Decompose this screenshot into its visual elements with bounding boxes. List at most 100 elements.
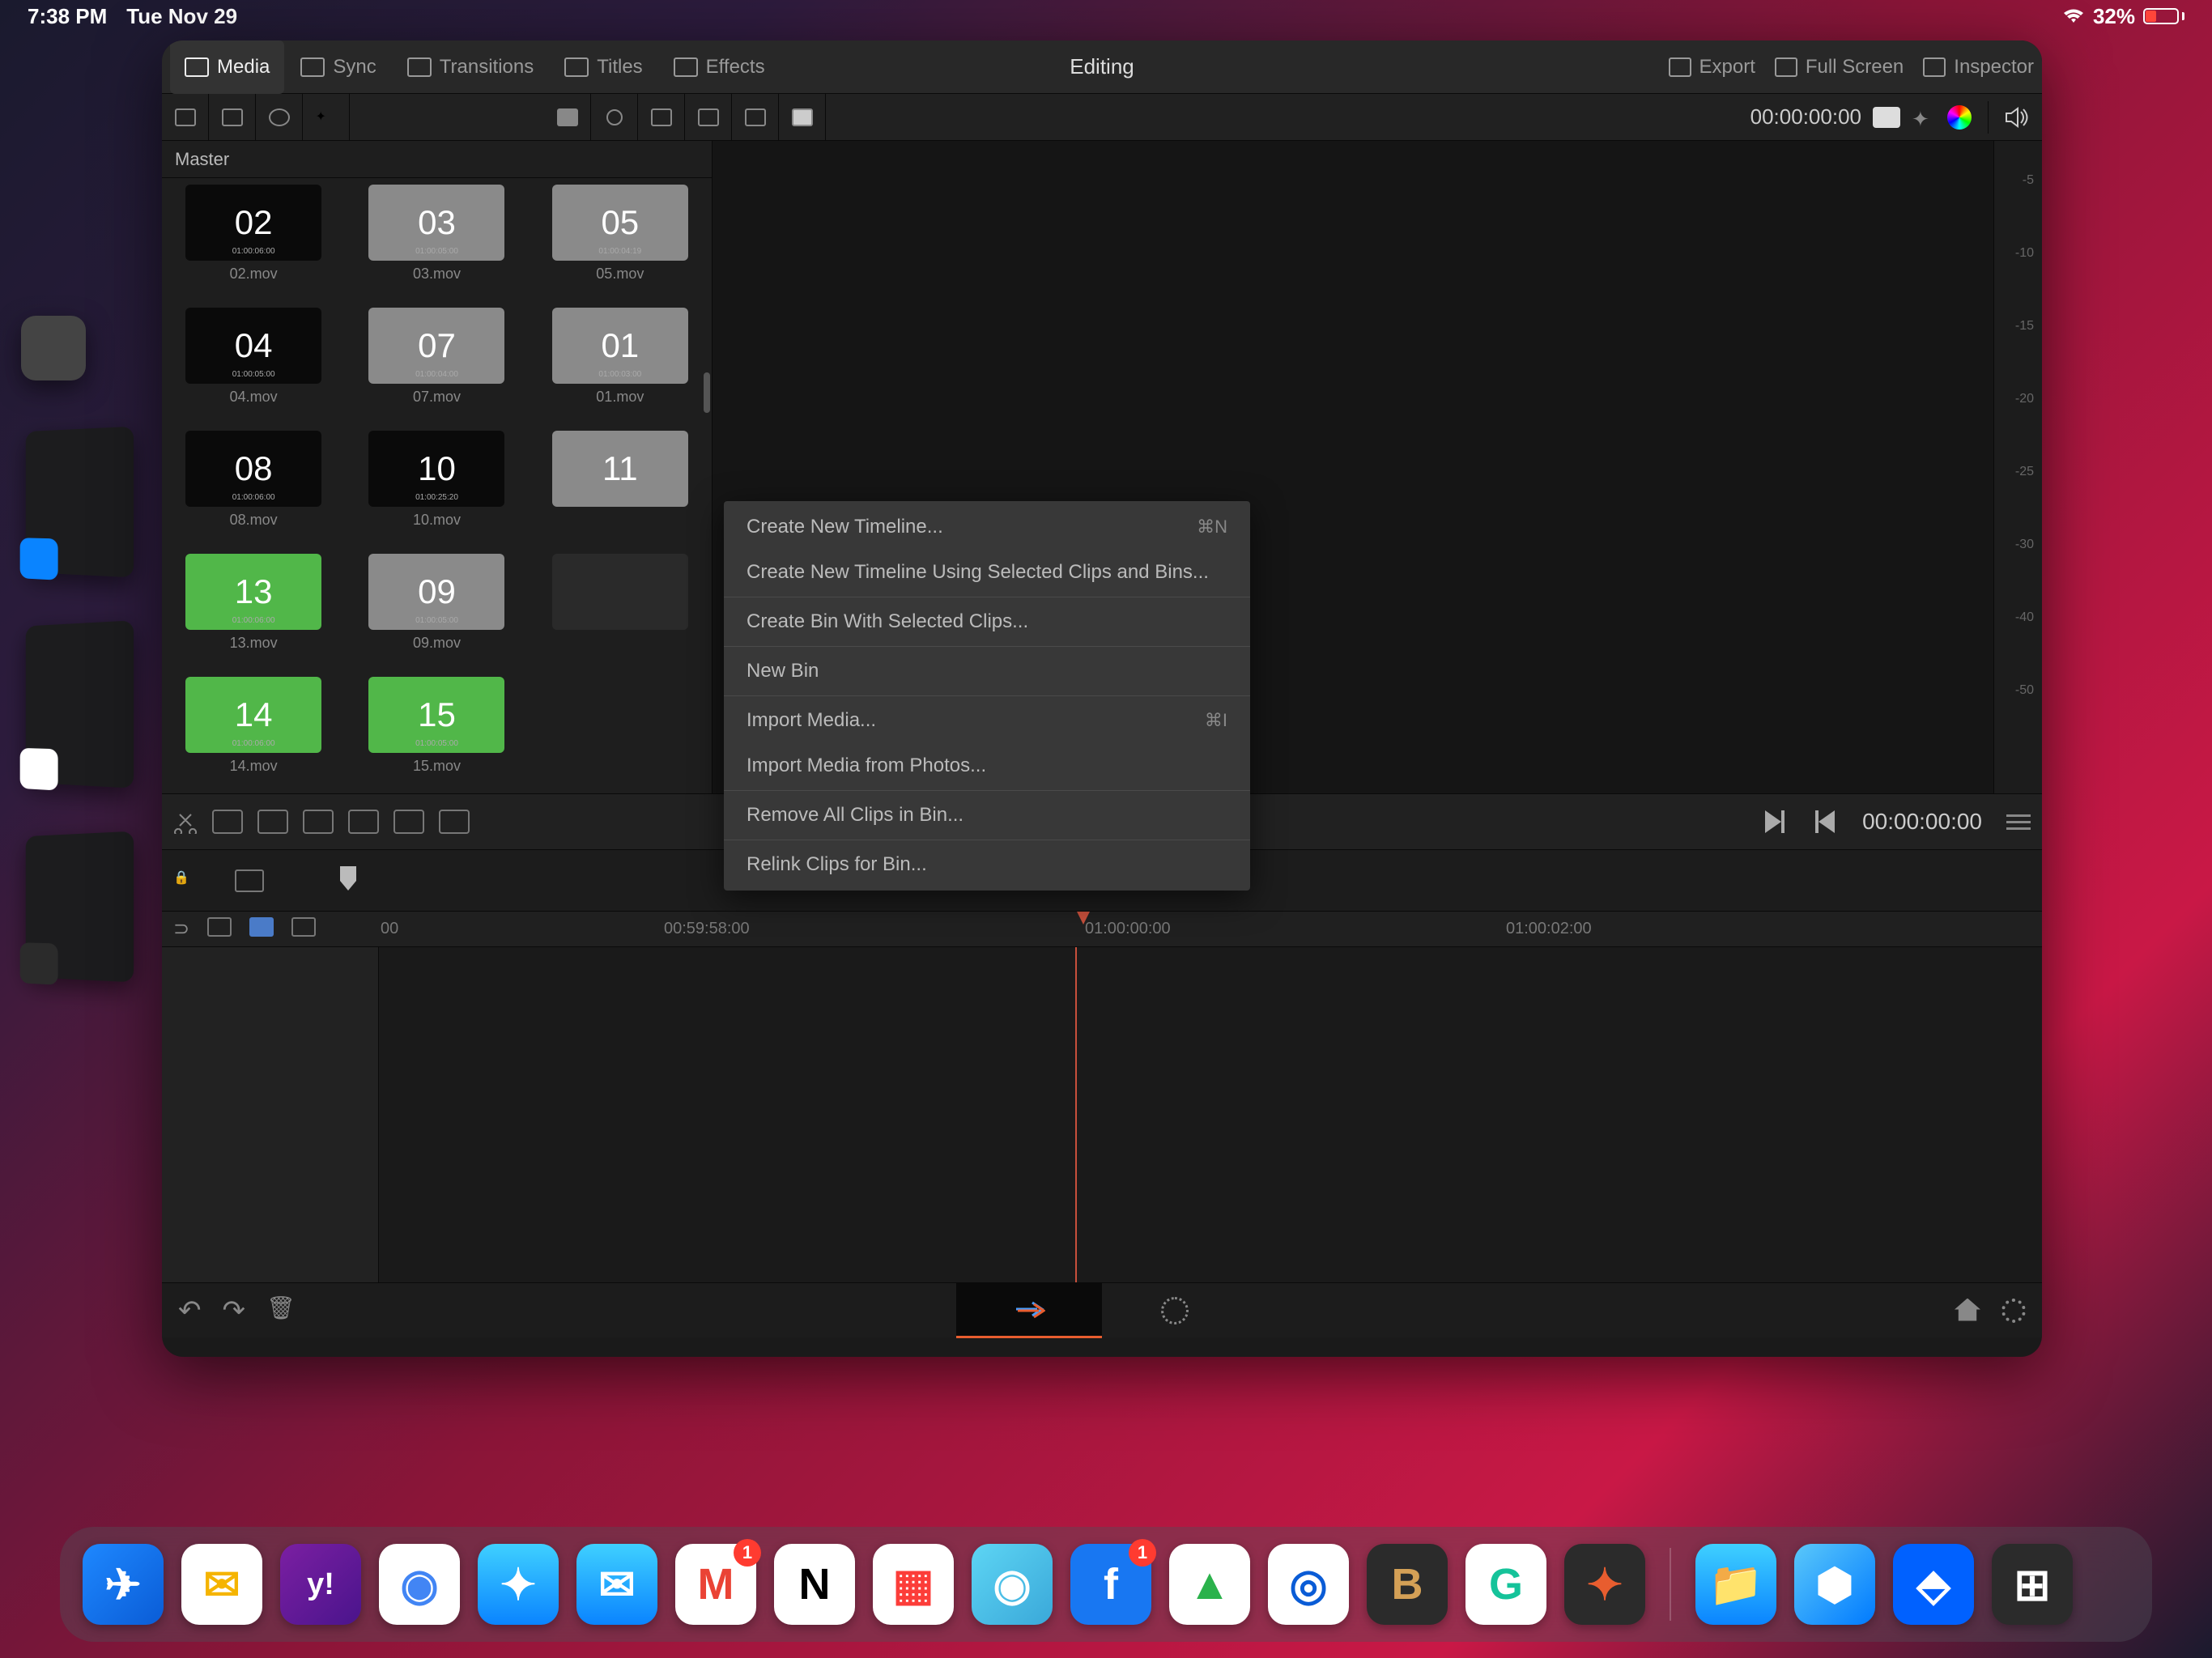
tab-effects[interactable]: Effects xyxy=(659,40,780,94)
subbar-import-icon[interactable] xyxy=(209,94,256,141)
dock-app-calendar[interactable]: ▦ xyxy=(873,1544,954,1625)
clip-05[interactable]: 0501:00:04:1905.mov xyxy=(538,185,702,295)
tab-titles[interactable]: Titles xyxy=(550,40,657,94)
ctx-import-media[interactable]: Import Media...⌘I xyxy=(724,698,1250,743)
toolbar-export[interactable]: Export xyxy=(1669,56,1755,79)
cut-page-tab[interactable] xyxy=(956,1283,1102,1338)
view3-icon[interactable] xyxy=(779,94,826,141)
marker-icon[interactable] xyxy=(291,917,316,937)
side-app-3[interactable] xyxy=(26,831,134,983)
prev-edit-button[interactable] xyxy=(1762,809,1788,835)
toolbar-inspector[interactable]: Inspector xyxy=(1923,56,2034,79)
dock-app-spark[interactable]: ✈ xyxy=(83,1544,164,1625)
clip-10[interactable]: 1001:00:25:2010.mov xyxy=(355,431,518,541)
overwrite-icon[interactable] xyxy=(257,810,288,834)
clip-15[interactable]: 1501:00:05:0015.mov xyxy=(355,677,518,787)
clip-07[interactable]: 0701:00:04:0007.mov xyxy=(355,308,518,418)
dock-app-shortcuts[interactable]: ⬢ xyxy=(1794,1544,1875,1625)
toolbar-full-screen[interactable]: Full Screen xyxy=(1775,56,1904,79)
timeline-tracks[interactable] xyxy=(162,947,2042,1282)
side-app-2[interactable] xyxy=(26,620,134,788)
home-button[interactable] xyxy=(1955,1299,1980,1321)
subbar-fx-icon[interactable]: ✦ xyxy=(303,94,350,141)
clip-11[interactable]: 11 xyxy=(538,431,702,541)
clips-grid[interactable]: 0201:00:06:0002.mov0301:00:05:0003.mov05… xyxy=(162,178,712,793)
dock-app-grammarly[interactable]: G xyxy=(1465,1544,1546,1625)
playhead[interactable] xyxy=(1075,947,1077,1282)
clip-09[interactable]: 0901:00:05:0009.mov xyxy=(355,554,518,664)
wand-icon[interactable]: ✦ xyxy=(1912,107,1936,128)
tab-transitions[interactable]: Transitions xyxy=(393,40,548,94)
track-headers[interactable] xyxy=(162,947,379,1282)
dock-app-notion[interactable]: N xyxy=(774,1544,855,1625)
thumbnail-view-icon[interactable] xyxy=(544,94,591,141)
clip-08[interactable]: 0801:00:06:0008.mov xyxy=(172,431,335,541)
edit-page-tab[interactable] xyxy=(1102,1283,1248,1338)
side-app-settings[interactable] xyxy=(21,316,86,380)
tab-media[interactable]: Media xyxy=(170,40,284,94)
media-scrollbar[interactable] xyxy=(704,227,710,551)
timeline-ruler[interactable]: ⊃ 0000:59:58:0001:00:00:0001:00:02:00 xyxy=(162,912,2042,947)
dock-app-1password[interactable]: ◎ xyxy=(1268,1544,1349,1625)
zoom-icon[interactable] xyxy=(235,869,264,892)
dock-app-tweetbot[interactable]: ◉ xyxy=(972,1544,1053,1625)
fit-icon[interactable] xyxy=(348,810,379,834)
clip-04[interactable]: 0401:00:05:0004.mov xyxy=(172,308,335,418)
dock-app-mail[interactable]: ✉ xyxy=(181,1544,262,1625)
redo-button[interactable]: ↷ xyxy=(223,1295,246,1327)
scissors-icon[interactable] xyxy=(173,810,198,834)
dock-app-files[interactable]: 📁 xyxy=(1695,1544,1776,1625)
dock-app-dropbox[interactable]: ⬘ xyxy=(1893,1544,1974,1625)
clip-empty[interactable] xyxy=(538,554,702,664)
subbar-sidebar-icon[interactable] xyxy=(162,94,209,141)
tab-sync[interactable]: Sync xyxy=(286,40,390,94)
ctx-create-bin-with-selected-clips[interactable]: Create Bin With Selected Clips... xyxy=(724,599,1250,644)
magnet-icon[interactable]: ⊃ xyxy=(173,917,189,941)
colorwheel-icon[interactable] xyxy=(1947,105,1972,130)
ctx-import-media-from-photos[interactable]: Import Media from Photos... xyxy=(724,743,1250,789)
ctx-remove-all-clips-in-bin[interactable]: Remove All Clips in Bin... xyxy=(724,793,1250,838)
view1-icon[interactable] xyxy=(685,94,732,141)
append-icon[interactable] xyxy=(393,810,424,834)
insert-icon[interactable] xyxy=(212,810,243,834)
zoom-handle[interactable] xyxy=(340,866,356,891)
settings-button[interactable] xyxy=(2001,1299,2026,1323)
clip-14[interactable]: 1401:00:06:0014.mov xyxy=(172,677,335,787)
menu-icon[interactable] xyxy=(2006,814,2031,830)
dock-app-yahoo[interactable]: y! xyxy=(280,1544,361,1625)
clip-13[interactable]: 1301:00:06:0013.mov xyxy=(172,554,335,664)
ripple-icon[interactable] xyxy=(439,810,470,834)
ctx-new-bin[interactable]: New Bin xyxy=(724,648,1250,694)
dock-app-safari[interactable]: ✦ xyxy=(478,1544,559,1625)
speaker-icon[interactable] xyxy=(2005,107,2029,128)
dock-app-bear[interactable]: B xyxy=(1367,1544,1448,1625)
undo-button[interactable]: ↶ xyxy=(178,1295,202,1327)
next-edit-button[interactable] xyxy=(1812,809,1838,835)
sort-icon[interactable] xyxy=(638,94,685,141)
dock-app-chrome[interactable]: ◉ xyxy=(379,1544,460,1625)
view2-icon[interactable] xyxy=(732,94,779,141)
dock-app-davinci[interactable]: ✦ xyxy=(1564,1544,1645,1625)
side-app-1[interactable] xyxy=(26,427,134,578)
ctx-create-new-timeline[interactable]: Create New Timeline...⌘N xyxy=(724,504,1250,550)
lock-icon[interactable]: 🔒 xyxy=(173,869,202,892)
dock-app-feedly[interactable]: ▲ xyxy=(1169,1544,1250,1625)
link-icon[interactable] xyxy=(207,917,232,937)
clip-01[interactable]: 0101:00:03:0001.mov xyxy=(538,308,702,418)
camera-icon[interactable] xyxy=(1873,107,1900,128)
search-icon[interactable] xyxy=(591,94,638,141)
dock-app-mini[interactable]: ⊞ xyxy=(1992,1544,2073,1625)
trash-icon[interactable]: 🗑 xyxy=(266,1295,296,1327)
dock-app-facebook[interactable]: f1 xyxy=(1070,1544,1151,1625)
dock-app-gmail[interactable]: M1 xyxy=(675,1544,756,1625)
dock-app-apple-mail[interactable]: ✉ xyxy=(576,1544,657,1625)
status-date: Tue Nov 29 xyxy=(126,4,237,29)
bin-path[interactable]: Master xyxy=(162,141,712,178)
clip-03[interactable]: 0301:00:05:0003.mov xyxy=(355,185,518,295)
ctx-relink-clips-for-bin[interactable]: Relink Clips for Bin... xyxy=(724,842,1250,887)
replace-icon[interactable] xyxy=(303,810,334,834)
subbar-sync-icon[interactable] xyxy=(256,94,303,141)
flag-icon[interactable] xyxy=(249,917,274,937)
clip-02[interactable]: 0201:00:06:0002.mov xyxy=(172,185,335,295)
ctx-create-new-timeline-using-selected-clips-and-bins[interactable]: Create New Timeline Using Selected Clips… xyxy=(724,550,1250,595)
